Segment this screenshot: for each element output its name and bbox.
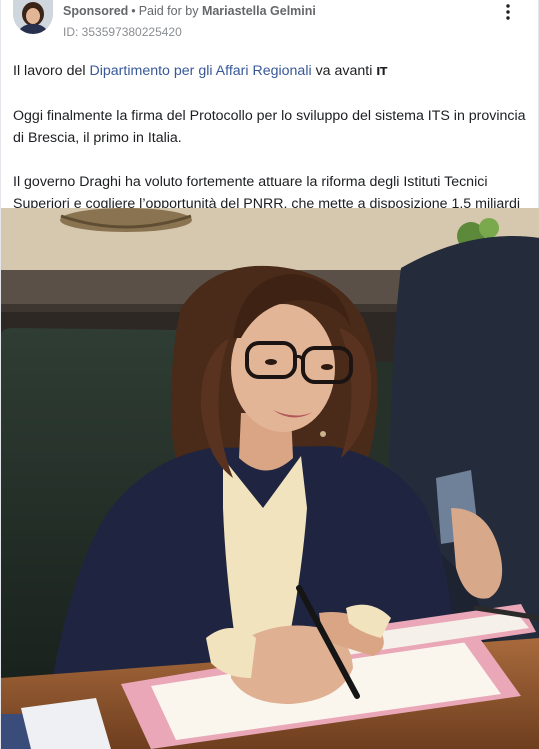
ad-header: Sponsored • Paid for by Mariastella Gelmin… bbox=[1, 0, 539, 46]
post-paragraph-1: Il lavoro del Dipartimento per gli Affar… bbox=[13, 60, 528, 83]
sponsor-line: Sponsored • Paid for by Mariastella Gelmin… bbox=[63, 4, 316, 18]
p1-suffix: va avanti bbox=[311, 63, 377, 79]
more-vertical-icon bbox=[506, 4, 510, 20]
separator-dot: • bbox=[131, 4, 136, 18]
ad-id: ID: 353597380225420 bbox=[63, 25, 182, 39]
department-link[interactable]: Dipartimento per gli Affari Regionali bbox=[90, 63, 312, 79]
sponsored-label: Sponsored bbox=[63, 4, 129, 18]
more-options-button[interactable] bbox=[496, 0, 520, 24]
ad-card: Sponsored • Paid for by Mariastella Gelmin… bbox=[0, 0, 539, 749]
italy-flag-emoji: IT bbox=[376, 65, 387, 78]
payer-name[interactable]: Mariastella Gelmini bbox=[202, 4, 316, 18]
paid-for-label: Paid for by bbox=[138, 4, 199, 18]
avatar[interactable] bbox=[13, 0, 53, 34]
post-paragraph-2: Oggi finalmente la firma del Protocollo … bbox=[13, 108, 526, 146]
p1-prefix: Il lavoro del bbox=[13, 63, 90, 79]
ad-image[interactable] bbox=[1, 208, 539, 749]
